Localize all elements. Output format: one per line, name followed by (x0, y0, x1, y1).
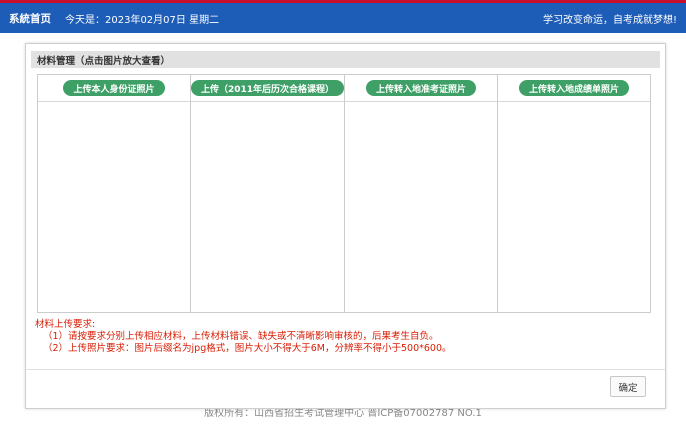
upload-courses-button[interactable]: 上传（2011年后历次合格课程） (190, 80, 345, 96)
upload-panels: 上传本人身份证照片 上传（2011年后历次合格课程） 上传转入地准考证照片 上传… (37, 74, 651, 313)
section-title: 材料管理（点击图片放大查看） (31, 51, 660, 68)
dialog-footer-divider (26, 369, 665, 370)
upload-panel-courses: 上传（2011年后历次合格课程） (190, 75, 346, 312)
top-header-bar: 系統首页 今天是：2023年02月07日 星期二 学习改变命运，自考成就梦想! (0, 3, 686, 33)
upload-panel-transcript: 上传转入地成绩单照片 (498, 75, 651, 312)
header-slogan: 学习改变命运，自考成就梦想! (542, 14, 677, 26)
panel-divider (345, 101, 498, 102)
upload-admission-ticket-button[interactable]: 上传转入地准考证照片 (366, 80, 477, 96)
upload-panel-admission-ticket: 上传转入地准考证照片 (345, 75, 499, 312)
requirement-item-2: （2）上传照片要求：图片后缀名为jpg格式，图片大小不得大于6M，分辨率不得小于… (43, 343, 452, 354)
upload-transcript-button[interactable]: 上传转入地成绩单照片 (519, 80, 630, 96)
upload-requirements: 材料上传要求: （1）请按要求分别上传相应材料，上传材料错误、缺失或不清晰影响审… (35, 319, 452, 355)
confirm-button[interactable]: 确定 (610, 376, 646, 397)
panel-divider (498, 101, 651, 102)
current-date: 今天是：2023年02月07日 星期二 (65, 14, 220, 26)
upload-panel-id-card: 上传本人身份证照片 (38, 75, 191, 312)
requirement-item-1: （1）请按要求分别上传相应材料，上传材料错误、缺失或不清晰影响审核的，后果考生自… (43, 331, 439, 342)
requirements-title: 材料上传要求: (35, 319, 96, 330)
home-link[interactable]: 系統首页 (9, 11, 51, 26)
materials-dialog: 材料管理（点击图片放大查看） 上传本人身份证照片 上传（2011年后历次合格课程… (25, 43, 666, 409)
panel-divider (190, 101, 345, 102)
upload-id-card-button[interactable]: 上传本人身份证照片 (63, 80, 165, 96)
panel-divider (38, 101, 190, 102)
